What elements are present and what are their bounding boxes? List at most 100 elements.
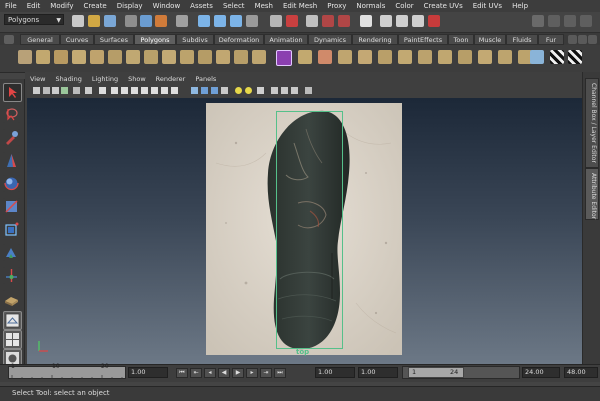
extrude-icon[interactable] xyxy=(298,50,312,64)
tab-fluids[interactable]: Fluids xyxy=(506,34,538,45)
hypershade-icon[interactable] xyxy=(380,15,392,27)
show-hide-icon[interactable] xyxy=(532,15,544,27)
film-gate-icon[interactable] xyxy=(111,87,118,94)
snap-point-icon[interactable] xyxy=(230,15,242,27)
panel-menu-renderer[interactable]: Renderer xyxy=(151,75,191,83)
field-chart-icon[interactable] xyxy=(141,87,148,94)
menu-proxy[interactable]: Proxy xyxy=(322,0,351,12)
select-camera-icon[interactable] xyxy=(33,87,40,94)
tab-animation[interactable]: Animation xyxy=(264,34,308,45)
poly-sphere-icon[interactable] xyxy=(18,50,32,64)
gate-mask-icon[interactable] xyxy=(131,87,138,94)
shadows-icon[interactable] xyxy=(257,87,264,94)
separate-icon[interactable] xyxy=(252,50,266,64)
image-plane-icon[interactable] xyxy=(61,87,68,94)
tool-settings-toggle-icon[interactable] xyxy=(564,15,576,27)
smooth-shade-icon[interactable] xyxy=(201,87,208,94)
resolution-gate-icon[interactable] xyxy=(121,87,128,94)
menu-mesh[interactable]: Mesh xyxy=(250,0,278,12)
tab-polygons[interactable]: Polygons xyxy=(134,34,176,45)
poly-helix-icon[interactable] xyxy=(180,50,194,64)
mask-icon[interactable] xyxy=(176,15,188,27)
menu-normals[interactable]: Normals xyxy=(351,0,390,12)
sculpt-icon[interactable] xyxy=(396,15,408,27)
panel-menu-view[interactable]: View xyxy=(25,75,50,83)
poly-pyramid-icon[interactable] xyxy=(144,50,158,64)
menu-file[interactable]: File xyxy=(0,0,22,12)
offset-edge-loop-icon[interactable] xyxy=(398,50,412,64)
poly-cube-icon[interactable] xyxy=(36,50,50,64)
textured-icon[interactable] xyxy=(221,87,228,94)
poly-cylinder-icon[interactable] xyxy=(54,50,68,64)
bookmarks-icon[interactable] xyxy=(52,87,59,94)
uv-texture-editor-icon[interactable] xyxy=(568,50,582,64)
duplicate-face-icon[interactable] xyxy=(498,50,512,64)
menu-edit-mesh[interactable]: Edit Mesh xyxy=(278,0,322,12)
current-frame-field[interactable]: 1.00 xyxy=(128,367,168,378)
shelf-scroll-right-icon[interactable] xyxy=(578,35,587,44)
safe-action-icon[interactable] xyxy=(151,87,158,94)
bridge-icon[interactable] xyxy=(318,50,332,64)
merge-vertices-icon[interactable] xyxy=(418,50,432,64)
tab-subdivs[interactable]: Subdivs xyxy=(176,34,214,45)
safe-title-icon[interactable] xyxy=(161,87,168,94)
universal-manipulator-icon[interactable] xyxy=(3,221,20,238)
menu-modify[interactable]: Modify xyxy=(45,0,78,12)
shelf-menu-icon[interactable] xyxy=(4,35,14,44)
snap-plane-icon[interactable] xyxy=(246,15,258,27)
save-scene-icon[interactable] xyxy=(104,15,116,27)
poly-torus-icon[interactable] xyxy=(108,50,122,64)
input-line-icon[interactable] xyxy=(306,15,318,27)
playback-start-field[interactable]: 1.00 xyxy=(358,367,398,378)
lasso-tool-icon[interactable] xyxy=(3,106,20,123)
step-back-key-button[interactable]: ⇤ xyxy=(190,368,202,378)
soft-select-icon[interactable] xyxy=(428,15,440,27)
wireframe-icon[interactable] xyxy=(191,87,198,94)
scale-tool-icon[interactable] xyxy=(3,198,20,215)
grease-pencil-icon[interactable] xyxy=(85,87,92,94)
tab-muscle[interactable]: Muscle xyxy=(474,34,506,45)
range-end-field[interactable]: 48.00 xyxy=(564,367,598,378)
panel-menu-lighting[interactable]: Lighting xyxy=(87,75,123,83)
step-forward-key-button[interactable]: ⇥ xyxy=(260,368,272,378)
select-by-hierarchy-icon[interactable] xyxy=(125,15,137,27)
menu-edit-uvs[interactable]: Edit UVs xyxy=(468,0,507,12)
wireframe-on-shaded-icon[interactable] xyxy=(211,87,218,94)
panel-menu-shading[interactable]: Shading xyxy=(50,75,86,83)
show-manipulator-tool-icon[interactable] xyxy=(3,267,20,284)
checker-uv-icon[interactable] xyxy=(550,50,564,64)
menu-window[interactable]: Window xyxy=(148,0,186,12)
render-settings-icon[interactable] xyxy=(338,15,350,27)
menu-create[interactable]: Create xyxy=(78,0,111,12)
select-tool-icon[interactable] xyxy=(3,83,22,102)
poke-face-icon[interactable] xyxy=(478,50,492,64)
range-start-field[interactable]: 1.00 xyxy=(315,367,355,378)
panel-menu-show[interactable]: Show xyxy=(123,75,151,83)
smooth-proxy-icon[interactable] xyxy=(276,50,292,66)
tab-dynamics[interactable]: Dynamics xyxy=(308,34,352,45)
split-polygon-icon[interactable] xyxy=(358,50,372,64)
soft-modification-tool-icon[interactable] xyxy=(3,244,20,261)
two-d-pan-zoom-icon[interactable] xyxy=(73,87,80,94)
use-all-lights-icon[interactable] xyxy=(245,87,252,94)
tab-attribute-editor[interactable]: Attribute Editor xyxy=(585,168,599,220)
isolate-select-icon[interactable] xyxy=(305,87,312,94)
snap-grid-icon[interactable] xyxy=(198,15,210,27)
tab-toon[interactable]: Toon xyxy=(448,34,474,45)
play-forwards-button[interactable]: ▶ xyxy=(232,368,244,378)
panel-menu-panels[interactable]: Panels xyxy=(190,75,221,83)
select-by-component-icon[interactable] xyxy=(155,15,167,27)
placement-guide-box[interactable] xyxy=(276,111,343,349)
menu-create-uvs[interactable]: Create UVs xyxy=(419,0,468,12)
camera-attributes-icon[interactable] xyxy=(43,87,50,94)
shelf-options-icon[interactable] xyxy=(588,35,597,44)
mode-selector[interactable]: Polygons ▼ xyxy=(4,14,64,25)
tab-fur[interactable]: Fur xyxy=(538,34,564,45)
poly-soccer-ball-icon[interactable] xyxy=(198,50,212,64)
new-scene-icon[interactable] xyxy=(72,15,84,27)
poly-prism-icon[interactable] xyxy=(126,50,140,64)
insert-edge-loop-icon[interactable] xyxy=(378,50,392,64)
move-tool-icon[interactable] xyxy=(3,152,20,169)
select-by-object-icon[interactable] xyxy=(140,15,152,27)
history-icon[interactable] xyxy=(270,15,282,27)
